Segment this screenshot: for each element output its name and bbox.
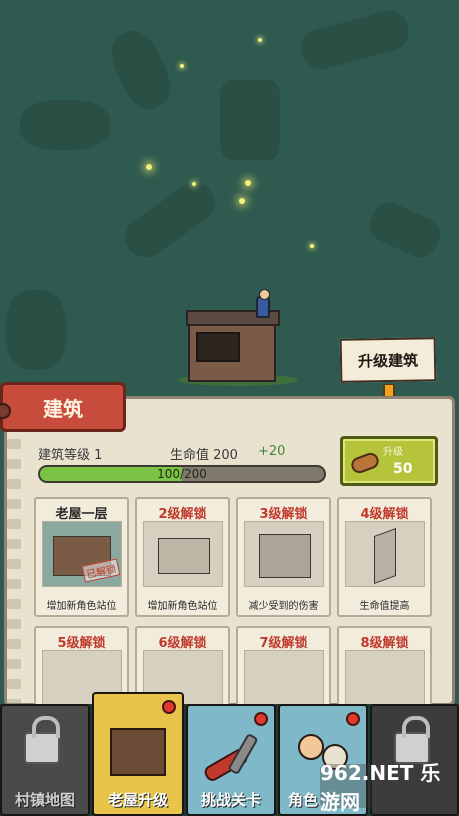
wood-log-icon: [349, 450, 381, 476]
notification-dot: [254, 712, 268, 726]
chainsaw-icon: [204, 734, 258, 781]
bone-silhouette: [296, 6, 414, 74]
tab-label: 老屋升级: [107, 791, 168, 809]
upgrade-building-callout: 升级建筑: [339, 337, 437, 383]
building-level: 建筑等级 1: [38, 448, 103, 463]
firefly: [258, 38, 262, 42]
level-progress-bar: 100/200: [38, 465, 326, 483]
bat-silhouette: [117, 174, 223, 266]
house-opening: [196, 332, 240, 362]
watermark-logo: 962.NET 乐游网: [320, 761, 456, 814]
notebook-edge: [7, 399, 21, 703]
wrench-silhouette: [364, 197, 446, 263]
perk-card[interactable]: 3级解锁 减少受到的伤害: [236, 497, 331, 617]
tab-village-map[interactable]: 村镇地图: [0, 704, 90, 816]
locked-thumbnail: [244, 521, 324, 587]
firefly: [146, 164, 152, 170]
house-thumbnail: 已解锁: [42, 521, 122, 587]
perk-card[interactable]: 老屋一层 已解锁 增加新角色站位: [34, 497, 129, 617]
fish-silhouette: [20, 100, 110, 150]
locked-thumbnail: [345, 521, 425, 587]
tab-challenge[interactable]: 挑战关卡: [186, 704, 276, 816]
lock-icon: [24, 716, 60, 764]
progress-text: 100/200: [157, 467, 207, 481]
firefly: [245, 180, 251, 186]
firefly: [180, 64, 184, 68]
perk-card-title: 老屋一层: [55, 507, 108, 522]
slingshot-silhouette: [220, 80, 280, 160]
bottle-silhouette: [103, 24, 179, 116]
perk-card-title: 7级解锁: [259, 636, 308, 651]
perk-card-title: 4级解锁: [360, 507, 409, 522]
perk-card-title: 8级解锁: [360, 636, 409, 651]
hp-bonus: +20: [258, 444, 286, 459]
firefly: [192, 182, 196, 186]
perk-card-title: 6级解锁: [158, 636, 207, 651]
perk-card-desc: 生命值提高: [359, 601, 410, 612]
notification-dot: [162, 700, 176, 714]
notification-dot: [346, 712, 360, 726]
perk-card[interactable]: 4级解锁 生命值提高: [337, 497, 432, 617]
panel-title: 建筑: [43, 396, 83, 421]
old-house[interactable]: [178, 289, 298, 386]
panel-title-tag: 建筑: [0, 382, 126, 432]
firefly: [310, 244, 314, 248]
firefly: [239, 198, 245, 204]
upgrade-cost: 50: [393, 461, 413, 477]
character-sprite[interactable]: [256, 289, 270, 318]
perk-card-title: 5级解锁: [57, 636, 106, 651]
perk-card-title: 3级解锁: [259, 507, 308, 522]
perk-card-title: 2级解锁: [158, 507, 207, 522]
locked-thumbnail: [143, 521, 223, 587]
perk-card-desc: 增加新角色站位: [46, 601, 117, 612]
perk-card-desc: 减少受到的伤害: [248, 601, 319, 612]
perk-card[interactable]: 2级解锁 增加新角色站位: [135, 497, 230, 617]
upgrade-button[interactable]: 升级 50: [340, 436, 438, 486]
tab-label: 挑战关卡: [200, 791, 261, 809]
tab-label: 村镇地图: [14, 791, 75, 809]
tab-house-upgrade[interactable]: 老屋升级: [92, 692, 184, 816]
upgrade-label: 升级: [383, 447, 403, 458]
hp-value: 生命值 200: [170, 448, 238, 463]
house-icon: [110, 728, 166, 776]
jar-silhouette: [6, 290, 66, 370]
perk-card-desc: 增加新角色站位: [147, 601, 218, 612]
